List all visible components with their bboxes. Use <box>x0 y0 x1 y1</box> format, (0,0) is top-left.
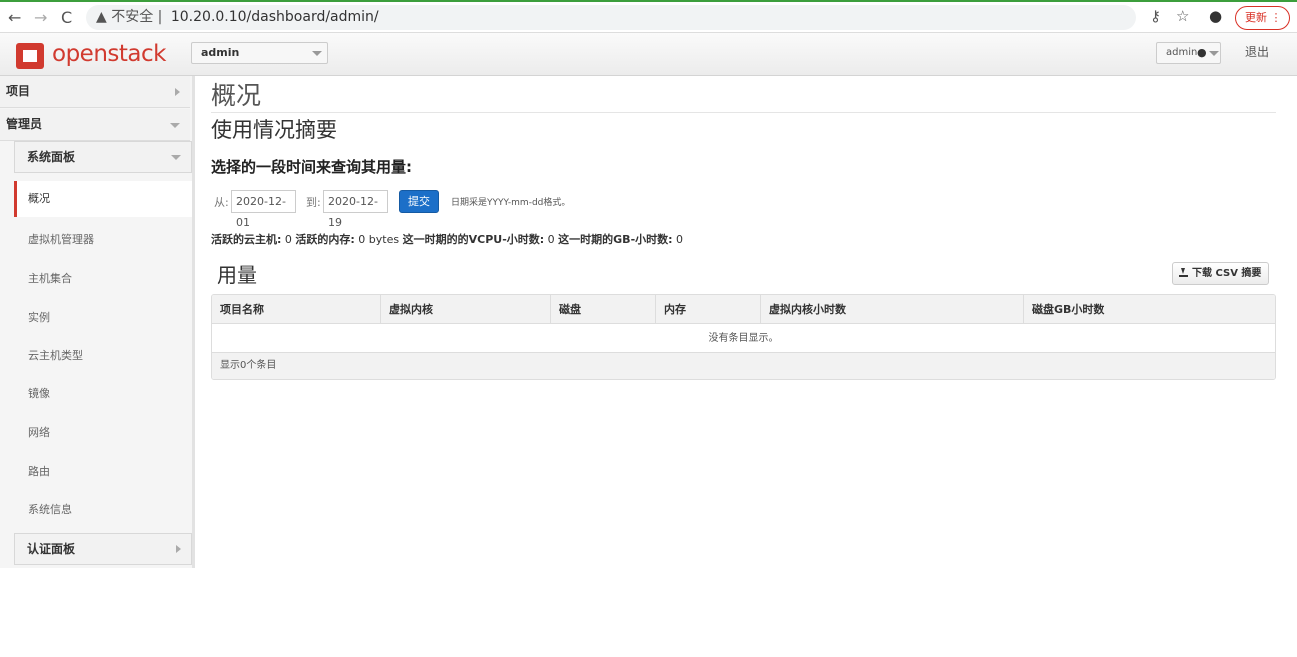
start-date-input[interactable]: 2020-12-01 <box>231 190 296 229</box>
chevron-right-icon <box>175 88 180 96</box>
key-icon[interactable]: ⚷ <box>1150 7 1161 25</box>
download-csv-label: 下载 CSV 摘要 <box>1192 268 1262 279</box>
active-memory-label: 活跃的内存: <box>295 233 355 246</box>
sidebar-panel-identity[interactable]: 认证面板 <box>14 533 192 565</box>
sidebar-panel-system[interactable]: 系统面板 <box>14 141 192 173</box>
usage-title: 用量 <box>217 263 257 287</box>
project-name: admin <box>201 46 240 59</box>
usage-table: 项目名称 虚拟内核 磁盘 内存 虚拟内核小时数 磁盘GB小时数 没有条目显示。 … <box>211 294 1276 380</box>
sidebar-item-overview[interactable]: 概况 <box>14 181 192 217</box>
empty-table-message: 没有条目显示。 <box>212 324 1275 353</box>
sidebar-item-networks[interactable]: 网络 <box>14 415 192 451</box>
sidebar-item-routers[interactable]: 路由 <box>14 454 192 490</box>
logo-text: openstack <box>52 41 166 67</box>
table-footer: 显示0个条目 <box>212 353 1275 379</box>
column-header-project[interactable]: 项目名称 <box>212 295 381 324</box>
column-header-disk[interactable]: 磁盘 <box>551 295 656 324</box>
app-header: openstack admin admin ● 退出 <box>0 33 1297 76</box>
sidebar-item-label: 管理员 <box>6 117 43 131</box>
column-header-ram[interactable]: 内存 <box>656 295 761 324</box>
vcpu-hours-value: 0 <box>544 233 559 246</box>
active-memory-value: 0 bytes <box>354 233 403 246</box>
openstack-logo-icon <box>16 43 44 69</box>
insecure-label: 不安全 | <box>111 9 163 25</box>
star-icon[interactable]: ☆ <box>1176 7 1189 25</box>
forward-icon[interactable]: → <box>34 8 47 27</box>
section-title: 使用情况摘要 <box>211 118 337 142</box>
warning-icon: ▲ <box>96 9 107 25</box>
sidebar-panel-label: 系统面板 <box>27 150 76 164</box>
profile-icon[interactable]: ● <box>1209 7 1222 25</box>
chevron-down-icon <box>312 51 322 56</box>
browser-toolbar: ← → C ▲ 不安全 | 10.20.0.10/dashboard/admin… <box>0 0 1297 33</box>
sidebar: 项目 管理员 系统面板 概况 虚拟机管理器 主机集合 实例 云主机类型 镜像 网… <box>0 76 195 568</box>
download-icon <box>1179 268 1188 277</box>
sidebar-item-instances[interactable]: 实例 <box>14 300 192 336</box>
address-bar[interactable]: ▲ 不安全 | 10.20.0.10/dashboard/admin/ <box>86 5 1136 30</box>
column-header-vcpu-hours[interactable]: 虚拟内核小时数 <box>761 295 1024 324</box>
table-header: 项目名称 虚拟内核 磁盘 内存 虚拟内核小时数 磁盘GB小时数 <box>212 295 1275 324</box>
column-header-disk-gb-hours[interactable]: 磁盘GB小时数 <box>1024 295 1275 324</box>
gb-hours-value: 0 <box>672 233 684 246</box>
logout-link[interactable]: 退出 <box>1245 43 1269 60</box>
url-text: 10.20.0.10/dashboard/admin/ <box>170 9 379 25</box>
sidebar-item-admin[interactable]: 管理员 <box>0 109 190 141</box>
sidebar-item-label: 项目 <box>6 84 31 98</box>
sidebar-item-images[interactable]: 镜像 <box>14 376 192 412</box>
main-content: 概况 使用情况摘要 选择的一段时间来查询其用量: 从: 2020-12-01 到… <box>195 76 1297 657</box>
chevron-down-icon <box>1209 51 1219 56</box>
sidebar-item-hypervisors[interactable]: 虚拟机管理器 <box>14 222 192 258</box>
sidebar-item-flavors[interactable]: 云主机类型 <box>14 338 192 374</box>
reload-icon[interactable]: C <box>61 8 72 27</box>
query-title: 选择的一段时间来查询其用量: <box>211 158 412 176</box>
download-csv-button[interactable]: 下载 CSV 摘要 <box>1172 262 1269 285</box>
sidebar-panel-label: 认证面板 <box>27 542 76 556</box>
back-icon[interactable]: ← <box>8 8 21 27</box>
date-format-hint: 日期采是YYYY-mm-dd格式。 <box>451 198 571 208</box>
project-dropdown[interactable]: admin <box>191 42 328 64</box>
from-label: 从: <box>214 196 229 209</box>
divider <box>211 112 1276 113</box>
chevron-down-icon <box>170 123 180 128</box>
sidebar-item-aggregates[interactable]: 主机集合 <box>14 261 192 297</box>
end-date-input[interactable]: 2020-12-19 <box>323 190 388 229</box>
column-header-vcpus[interactable]: 虚拟内核 <box>381 295 551 324</box>
user-name: admin <box>1166 47 1198 58</box>
usage-stats: 活跃的云主机: 0 活跃的内存: 0 bytes 这一时期的的VCPU-小时数:… <box>211 231 683 247</box>
active-instances-value: 0 <box>281 233 296 246</box>
chevron-right-icon <box>176 545 181 553</box>
chevron-down-icon <box>171 155 181 160</box>
vcpu-hours-label: 这一时期的的VCPU-小时数: <box>402 233 545 246</box>
sidebar-item-project[interactable]: 项目 <box>0 76 190 108</box>
active-instances-label: 活跃的云主机: <box>211 233 282 246</box>
to-label: 到: <box>306 196 321 209</box>
submit-button[interactable]: 提交 <box>399 190 439 213</box>
gb-hours-label: 这一时期的GB-小时数: <box>558 233 673 246</box>
user-dropdown[interactable]: admin ● <box>1156 42 1221 64</box>
user-icon: ● <box>1197 46 1207 59</box>
page-title: 概况 <box>211 81 262 110</box>
update-button[interactable]: 更新 ⋮ <box>1235 6 1290 30</box>
sidebar-item-system-info[interactable]: 系统信息 <box>14 492 192 528</box>
